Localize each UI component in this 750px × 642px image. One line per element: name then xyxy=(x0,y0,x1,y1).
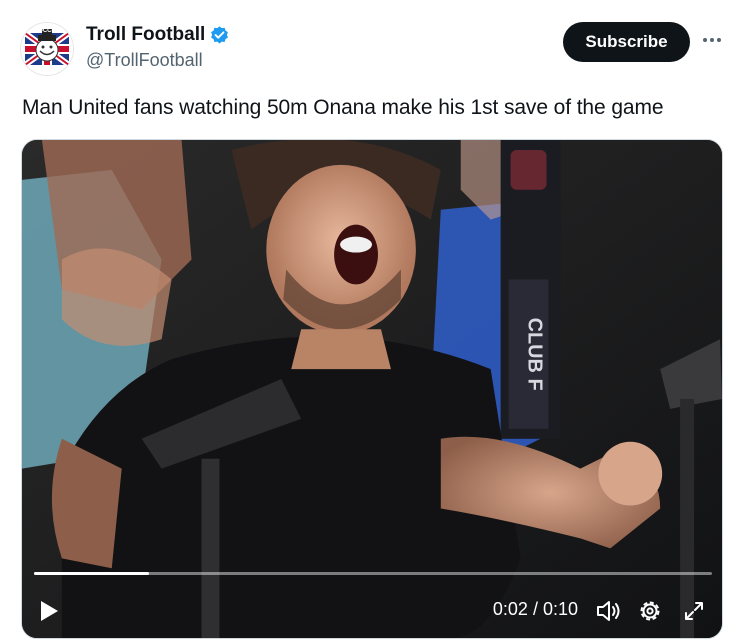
video-player[interactable]: CLUB F 0:02 / 0:10 xyxy=(21,139,723,639)
video-duration: 0:10 xyxy=(542,599,578,619)
more-options-icon[interactable] xyxy=(700,28,724,52)
author-avatar[interactable]: SOCCER xyxy=(20,22,74,76)
video-controls: 0:02 / 0:10 xyxy=(22,586,722,636)
banner-text: CLUB F xyxy=(524,318,546,391)
author-name-row: Troll Football xyxy=(86,24,230,46)
subscribe-button[interactable]: Subscribe xyxy=(563,22,690,62)
video-progress-fill xyxy=(34,572,150,575)
author-display-name[interactable]: Troll Football xyxy=(86,24,205,46)
video-time: 0:02 / 0:10 xyxy=(493,599,578,620)
post-text: Man United fans watching 50m Onana make … xyxy=(22,96,664,119)
fullscreen-icon[interactable] xyxy=(680,597,708,625)
verified-badge-icon xyxy=(209,25,230,46)
video-time-separator: / xyxy=(532,599,538,619)
settings-icon[interactable] xyxy=(636,597,664,625)
video-progress-bar[interactable] xyxy=(34,572,712,575)
video-frame: CLUB F xyxy=(22,140,722,638)
volume-icon[interactable] xyxy=(594,597,622,625)
play-icon[interactable] xyxy=(36,598,62,624)
author-handle[interactable]: @TrollFootball xyxy=(86,50,203,71)
avatar-logo-text: SOCCER xyxy=(34,28,60,34)
video-current-time: 0:02 xyxy=(492,599,528,619)
